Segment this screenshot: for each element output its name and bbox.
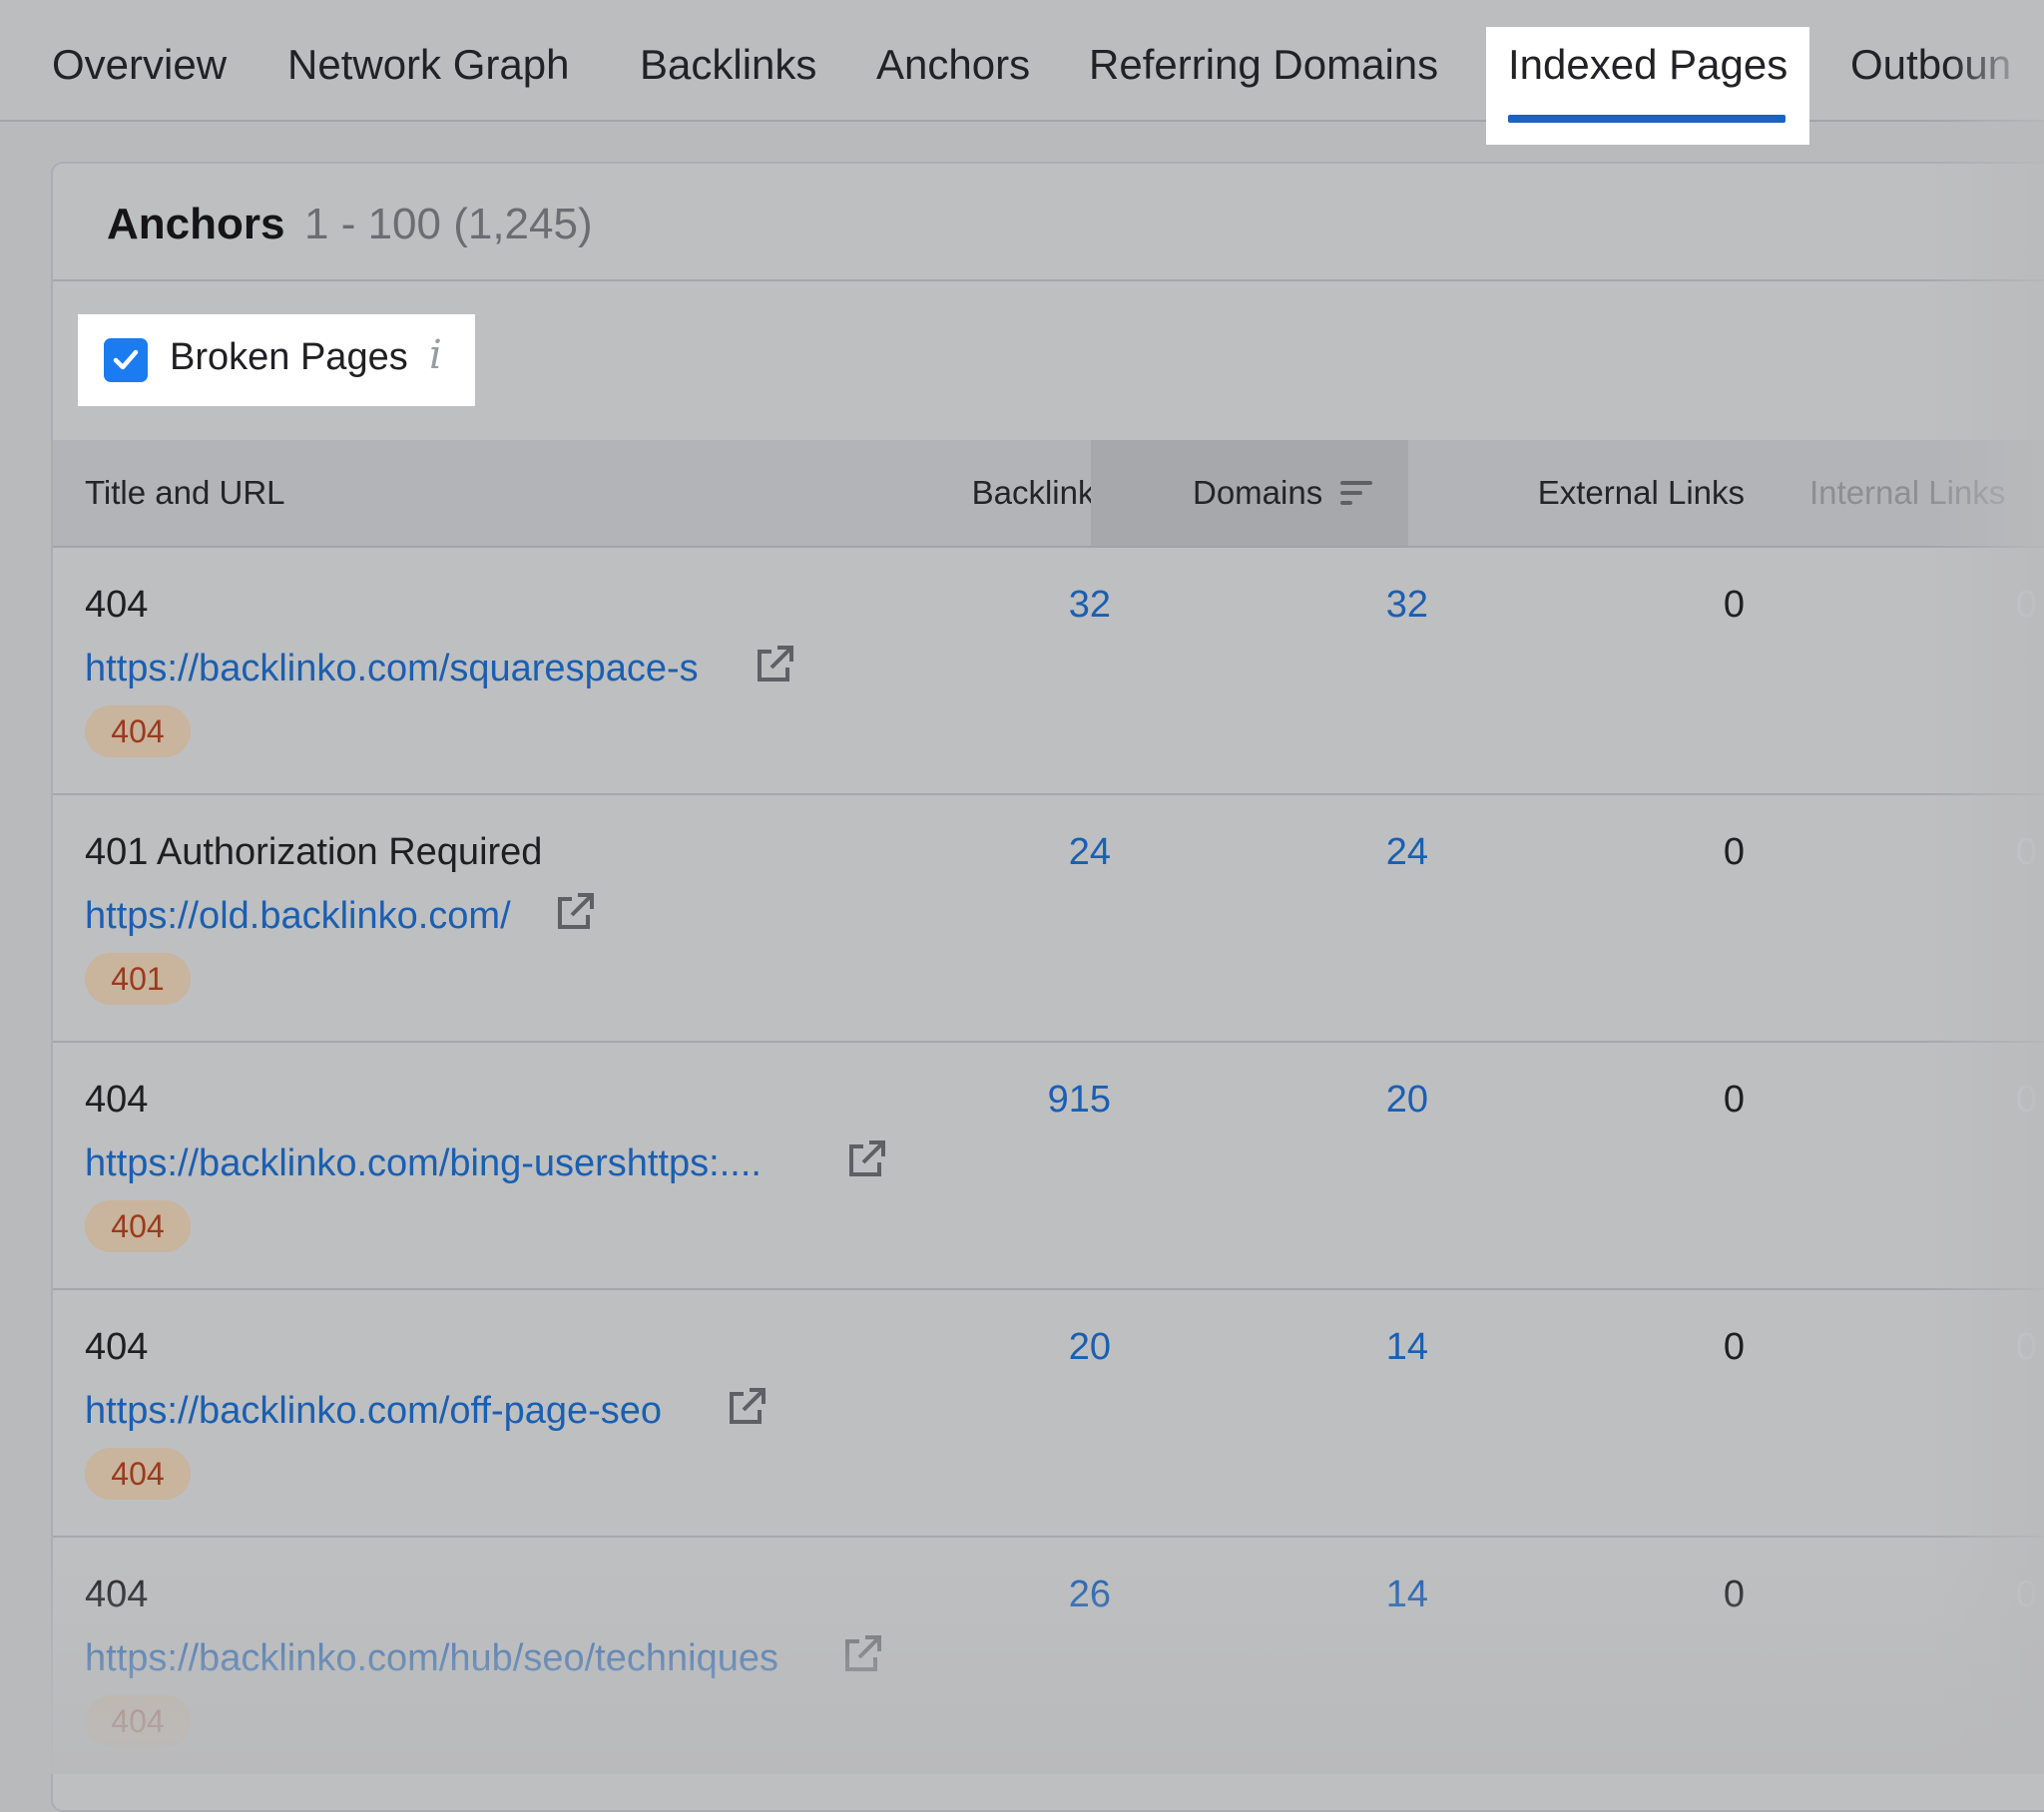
status-badge: 404 xyxy=(85,1695,191,1747)
domains-value[interactable]: 32 xyxy=(1386,584,1428,627)
backlinks-value[interactable]: 24 xyxy=(1069,831,1111,874)
column-domains[interactable]: Domains xyxy=(1091,440,1408,546)
page-title: 404 xyxy=(85,1574,149,1615)
tab-backlinks[interactable]: Backlinks xyxy=(640,0,816,120)
table-row: 404 https://backlinko.com/hub/seo/techni… xyxy=(53,1538,2044,1783)
page-title: 404 xyxy=(85,584,149,626)
external-link-icon[interactable] xyxy=(841,1633,883,1675)
column-backlinks[interactable]: Backlinks xyxy=(911,440,1111,546)
page-url-link[interactable]: https://old.backlinko.com/ xyxy=(85,895,511,938)
page-url-link[interactable]: https://backlinko.com/bing-usershttps:..… xyxy=(85,1142,762,1185)
domains-value[interactable]: 14 xyxy=(1386,1574,1428,1616)
table-header: Title and URL Backlinks Domains External… xyxy=(53,440,2044,548)
panel-header: Anchors 1 - 100 (1,245) xyxy=(53,164,2044,281)
internal-links-value: 0 xyxy=(2015,1326,2037,1368)
tab-referring-domains[interactable]: Referring Domains xyxy=(1089,0,1438,120)
column-external-links[interactable]: External Links xyxy=(1430,440,1745,546)
broken-pages-checkbox[interactable] xyxy=(104,338,148,382)
broken-pages-filter[interactable]: Broken Pages i xyxy=(78,314,475,406)
info-icon[interactable]: i xyxy=(429,332,442,378)
external-links-value: 0 xyxy=(1723,831,1745,873)
table-row: 401 Authorization Required https://old.b… xyxy=(53,795,2044,1043)
page-url-link[interactable]: https://backlinko.com/hub/seo/techniques xyxy=(85,1637,778,1680)
status-badge: 404 xyxy=(85,705,191,757)
domains-value[interactable]: 14 xyxy=(1386,1326,1428,1369)
external-link-icon[interactable] xyxy=(845,1138,887,1180)
tab-overview[interactable]: Overview xyxy=(52,0,227,120)
tab-indexed-pages-label: Indexed Pages xyxy=(1508,41,1788,88)
column-internal-links[interactable]: Internal Links xyxy=(1809,440,2005,546)
external-links-value: 0 xyxy=(1723,1079,1745,1121)
tab-network-graph[interactable]: Network Graph xyxy=(287,0,569,120)
backlinks-value[interactable]: 26 xyxy=(1069,1574,1111,1616)
result-range: 1 - 100 (1,245) xyxy=(304,200,593,248)
internal-links-value: 0 xyxy=(2015,1574,2037,1615)
status-badge: 404 xyxy=(85,1448,191,1500)
table-row: 404 https://backlinko.com/off-page-seo 4… xyxy=(53,1290,2044,1538)
external-links-value: 0 xyxy=(1723,584,1745,626)
status-badge: 401 xyxy=(85,953,191,1005)
page-url-link[interactable]: https://backlinko.com/squarespace-s xyxy=(85,648,699,690)
tab-outbound[interactable]: Outboun xyxy=(1850,0,2030,120)
external-link-icon[interactable] xyxy=(726,1386,767,1428)
external-links-value: 0 xyxy=(1723,1326,1745,1368)
sort-descending-icon xyxy=(1340,481,1372,505)
external-link-icon[interactable] xyxy=(754,644,795,685)
domains-value[interactable]: 24 xyxy=(1386,831,1428,874)
internal-links-value: 0 xyxy=(2015,831,2037,873)
page-title: 401 Authorization Required xyxy=(85,831,543,873)
tab-bar: Overview Network Graph Backlinks Anchors… xyxy=(0,0,2044,145)
internal-links-value: 0 xyxy=(2015,1079,2037,1121)
external-links-value: 0 xyxy=(1723,1574,1745,1615)
internal-links-value: 0 xyxy=(2015,584,2037,626)
backlinks-value[interactable]: 32 xyxy=(1069,584,1111,627)
backlinks-value[interactable]: 20 xyxy=(1069,1326,1111,1369)
table-row: 404 https://backlinko.com/squarespace-s … xyxy=(53,548,2044,795)
tab-anchors[interactable]: Anchors xyxy=(876,0,1030,120)
page-title: 404 xyxy=(85,1326,149,1368)
external-link-icon[interactable] xyxy=(554,891,596,933)
backlinks-value[interactable]: 915 xyxy=(1048,1079,1111,1122)
domains-value[interactable]: 20 xyxy=(1386,1079,1428,1122)
panel-title: Anchors xyxy=(107,200,285,248)
column-domains-label: Domains xyxy=(1193,474,1323,511)
active-tab-indicator xyxy=(1508,115,1787,123)
table-row: 404 https://backlinko.com/bing-usershttp… xyxy=(53,1043,2044,1290)
status-badge: 404 xyxy=(85,1200,191,1252)
tab-indexed-pages[interactable]: Indexed Pages xyxy=(1486,27,1810,145)
page-title: 404 xyxy=(85,1079,149,1121)
page-url-link[interactable]: https://backlinko.com/off-page-seo xyxy=(85,1390,662,1433)
column-title-url[interactable]: Title and URL xyxy=(85,440,285,546)
broken-pages-label: Broken Pages xyxy=(170,336,408,378)
check-icon xyxy=(113,349,139,370)
